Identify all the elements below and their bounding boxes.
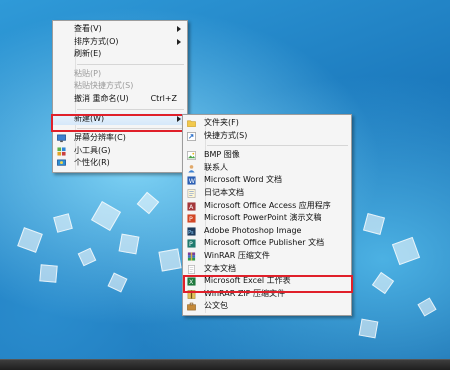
menu-item-label: 排序方式(O) [74, 36, 119, 46]
submenu-item-access[interactable]: A Microsoft Office Access 应用程序 [183, 200, 351, 213]
menu-item-paste-shortcut[interactable]: 粘贴快捷方式(S) [53, 80, 187, 93]
menu-item-gadgets[interactable]: 小工具(G) [53, 145, 187, 158]
menu-item-refresh[interactable]: 刷新(E) [53, 48, 187, 61]
submenu-item-folder[interactable]: 文件夹(F) [183, 117, 351, 130]
submenu-item-winrar[interactable]: WinRAR 压缩文件 [183, 250, 351, 263]
menu-item-label: 公文包 [204, 301, 228, 311]
winrar-icon [187, 252, 196, 261]
gadgets-icon [57, 147, 66, 156]
submenu-item-powerpoint[interactable]: P Microsoft PowerPoint 演示文稿 [183, 212, 351, 225]
menu-item-new[interactable]: 新建(W) [53, 112, 187, 126]
svg-text:P: P [189, 216, 193, 223]
wallpaper-tile [118, 233, 140, 255]
menu-separator [207, 145, 348, 147]
menu-item-label: 粘贴快捷方式(S) [74, 81, 134, 91]
wallpaper-tile [136, 191, 160, 215]
menu-separator [77, 63, 184, 65]
bmp-icon [187, 151, 196, 161]
menu-separator [77, 128, 184, 130]
chevron-right-icon [177, 115, 181, 122]
submenu-item-winrar-zip[interactable]: WinRAR ZIP 压缩文件 [183, 288, 351, 301]
submenu-item-word[interactable]: W Microsoft Word 文档 [183, 174, 351, 187]
wallpaper-tile [107, 272, 128, 293]
wallpaper-tile [362, 212, 386, 236]
submenu-item-bmp[interactable]: BMP 图像 [183, 149, 351, 162]
menu-item-label: 撤消 重命名(U) [74, 93, 129, 103]
monitor-icon [57, 134, 66, 143]
new-submenu: 文件夹(F) 快捷方式(S) BMP 图像 联系人 W Microsoft Wo… [182, 114, 352, 316]
wallpaper-tile [17, 227, 43, 253]
briefcase-icon [187, 303, 196, 311]
personalize-icon [57, 159, 66, 167]
menu-item-paste[interactable]: 粘贴(P) [53, 68, 187, 81]
menu-item-label: 查看(V) [74, 24, 102, 33]
menu-item-label: Microsoft Word 文档 [204, 175, 283, 185]
svg-text:X: X [189, 279, 194, 286]
wallpaper-tile [158, 248, 182, 272]
wallpaper-tile [39, 264, 58, 283]
menu-item-label: 粘贴(P) [74, 68, 102, 78]
journal-icon [187, 189, 196, 198]
menu-item-label: 小工具(G) [74, 145, 111, 155]
submenu-item-photoshop[interactable]: Ps Adobe Photoshop Image [183, 225, 351, 238]
menu-item-label: BMP 图像 [204, 150, 240, 160]
menu-item-label: 屏幕分辨率(C) [74, 133, 126, 143]
menu-item-undo-rename[interactable]: 撤消 重命名(U) Ctrl+Z [53, 93, 187, 106]
menu-separator [77, 108, 184, 110]
menu-item-label: WinRAR 压缩文件 [204, 250, 270, 260]
wallpaper-tile [358, 318, 379, 339]
menu-item-view[interactable]: 查看(V) [53, 23, 187, 36]
wallpaper-tile [77, 247, 97, 267]
photoshop-icon: Ps [187, 227, 196, 236]
submenu-item-journal[interactable]: 日记本文档 [183, 187, 351, 200]
excel-icon: X [187, 277, 196, 286]
winrar-zip-icon [187, 289, 196, 299]
menu-item-label: 个性化(R) [74, 158, 110, 168]
shortcut-label: Ctrl+Z [150, 93, 177, 103]
menu-item-label: Microsoft Office Publisher 文档 [204, 238, 325, 248]
menu-item-sort-by[interactable]: 排序方式(O) [53, 36, 187, 49]
folder-icon [187, 120, 196, 127]
publisher-icon: P [187, 239, 196, 248]
submenu-item-excel[interactable]: X Microsoft Excel 工作表 [183, 275, 351, 288]
svg-text:A: A [189, 204, 194, 211]
menu-item-screen-resolution[interactable]: 屏幕分辨率(C) [53, 132, 187, 145]
submenu-item-contact[interactable]: 联系人 [183, 162, 351, 175]
wallpaper-tile [391, 236, 421, 266]
word-icon: W [187, 176, 196, 185]
menu-item-label: Microsoft PowerPoint 演示文稿 [204, 213, 322, 223]
menu-item-personalize[interactable]: 个性化(R) [53, 157, 187, 170]
wallpaper-tile [417, 297, 437, 317]
desktop-context-menu: 查看(V) 排序方式(O) 刷新(E) 粘贴(P) 粘贴快捷方式(S) 撤消 重… [52, 20, 188, 173]
text-document-icon [188, 264, 195, 274]
wallpaper-tile [371, 271, 395, 295]
menu-item-label: Adobe Photoshop Image [204, 225, 302, 235]
powerpoint-icon: P [187, 214, 196, 223]
svg-text:W: W [189, 179, 196, 186]
svg-text:P: P [189, 242, 193, 249]
contact-icon [188, 164, 195, 173]
chevron-right-icon [177, 26, 181, 32]
wallpaper-tile [90, 200, 122, 232]
menu-item-label: 文件夹(F) [204, 118, 239, 127]
menu-item-label: 新建(W) [74, 113, 105, 123]
submenu-item-text-document[interactable]: 文本文档 [183, 263, 351, 276]
wallpaper-tile [53, 213, 73, 233]
taskbar[interactable] [0, 359, 450, 370]
menu-item-label: 文本文档 [204, 263, 236, 273]
shortcut-icon [187, 131, 196, 141]
menu-item-label: 联系人 [204, 162, 228, 172]
menu-item-label: WinRAR ZIP 压缩文件 [204, 288, 286, 298]
menu-item-label: Microsoft Excel 工作表 [204, 276, 291, 286]
menu-item-label: Microsoft Office Access 应用程序 [204, 200, 331, 210]
access-icon: A [187, 202, 196, 211]
chevron-right-icon [177, 38, 181, 45]
svg-text:Ps: Ps [188, 230, 194, 236]
submenu-item-publisher[interactable]: P Microsoft Office Publisher 文档 [183, 237, 351, 250]
submenu-item-briefcase[interactable]: 公文包 [183, 300, 351, 313]
menu-item-label: 刷新(E) [74, 49, 102, 59]
menu-item-label: 日记本文档 [204, 187, 244, 197]
submenu-item-shortcut[interactable]: 快捷方式(S) [183, 130, 351, 143]
menu-item-label: 快捷方式(S) [204, 130, 248, 140]
